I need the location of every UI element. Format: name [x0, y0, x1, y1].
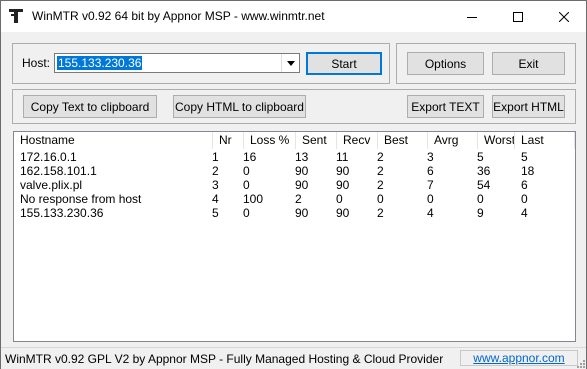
cell-loss: 100 — [243, 192, 264, 206]
cell-worst: 9 — [477, 206, 484, 220]
cell-loss: 0 — [243, 206, 250, 220]
column-header-hostname[interactable]: Hostname — [14, 132, 213, 149]
cell-avrg: 6 — [427, 164, 434, 178]
cell-worst: 5 — [477, 150, 484, 164]
cell-hostname: 155.133.230.36 — [20, 206, 104, 220]
cell-best: 0 — [377, 192, 384, 206]
results-list[interactable]: Hostname Nr Loss % Sent Recv Best Avrg W… — [13, 131, 576, 342]
table-row[interactable]: No response from host 4 100 2 0 0 0 0 0 — [14, 192, 575, 206]
cell-avrg: 3 — [427, 150, 434, 164]
title-bar[interactable]: WinMTR v0.92 64 bit by Appnor MSP - www.… — [1, 1, 586, 32]
options-label: Options — [424, 56, 467, 71]
appnor-link[interactable]: www.appnor.com — [460, 350, 578, 366]
cell-hostname: 162.158.101.1 — [20, 164, 97, 178]
host-input[interactable]: 155.133.230.36 — [57, 56, 143, 70]
minimize-icon — [467, 16, 477, 18]
chevron-down-icon — [286, 60, 295, 66]
exit-button[interactable]: Exit — [492, 52, 565, 75]
host-combobox[interactable]: 155.133.230.36 — [54, 53, 300, 73]
column-header-nr[interactable]: Nr — [213, 132, 244, 149]
resize-grip-icon[interactable] — [575, 358, 585, 368]
host-dropdown-button[interactable] — [281, 54, 299, 72]
app-icon — [9, 9, 23, 23]
cell-last: 5 — [521, 150, 528, 164]
host-label: Host: — [22, 56, 51, 70]
cell-last: 6 — [521, 178, 528, 192]
column-header-recv[interactable]: Recv — [337, 132, 378, 149]
column-header-loss[interactable]: Loss % — [244, 132, 296, 149]
cell-best: 2 — [377, 164, 384, 178]
cell-last: 4 — [521, 206, 528, 220]
table-row[interactable]: 155.133.230.36 5 0 90 90 2 4 9 4 — [14, 206, 575, 220]
cell-avrg: 4 — [427, 206, 434, 220]
cell-hostname: 172.16.0.1 — [20, 150, 77, 164]
copy-html-button[interactable]: Copy HTML to clipboard — [173, 95, 306, 118]
export-html-button[interactable]: Export HTML — [492, 95, 565, 118]
cell-last: 18 — [521, 164, 535, 178]
window-title: WinMTR v0.92 64 bit by Appnor MSP - www.… — [32, 9, 325, 23]
cell-worst: 54 — [477, 178, 491, 192]
column-header-last[interactable]: Last — [515, 132, 575, 149]
column-header-worst[interactable]: Worst — [478, 132, 515, 149]
column-header-best[interactable]: Best — [378, 132, 428, 149]
status-text: WinMTR v0.92 GPL V2 by Appnor MSP - Full… — [5, 352, 444, 366]
cell-hostname: No response from host — [20, 192, 142, 206]
close-button[interactable] — [541, 1, 587, 32]
exit-label: Exit — [518, 56, 539, 71]
cell-avrg: 7 — [427, 178, 434, 192]
status-bar: WinMTR v0.92 GPL V2 by Appnor MSP - Full… — [1, 347, 586, 369]
cell-loss: 0 — [243, 178, 250, 192]
cell-best: 2 — [377, 206, 384, 220]
cell-last: 0 — [521, 192, 528, 206]
cell-hostname: valve.plix.pl — [20, 178, 83, 192]
table-row[interactable]: valve.plix.pl 3 0 90 90 2 7 54 6 — [14, 178, 575, 192]
cell-best: 2 — [377, 178, 384, 192]
table-row[interactable]: 162.158.101.1 2 0 90 90 2 6 36 18 — [14, 164, 575, 178]
cell-worst: 0 — [477, 192, 484, 206]
column-header-avrg[interactable]: Avrg — [428, 132, 478, 149]
minimize-button[interactable] — [449, 1, 495, 32]
copy-text-button[interactable]: Copy Text to clipboard — [23, 95, 157, 118]
cell-avrg: 0 — [427, 192, 434, 206]
cell-loss: 16 — [243, 150, 257, 164]
start-button[interactable]: Start — [306, 52, 382, 75]
winmtr-window: WinMTR v0.92 64 bit by Appnor MSP - www.… — [0, 0, 587, 369]
maximize-icon — [513, 11, 523, 22]
maximize-button[interactable] — [495, 1, 541, 32]
options-button[interactable]: Options — [407, 52, 484, 75]
cell-loss: 0 — [243, 164, 250, 178]
cell-best: 2 — [377, 150, 384, 164]
close-icon — [559, 11, 569, 22]
column-header-sent[interactable]: Sent — [296, 132, 337, 149]
table-row[interactable]: 172.16.0.1 1 16 13 11 2 3 5 5 — [14, 150, 575, 164]
export-text-button[interactable]: Export TEXT — [407, 95, 484, 118]
cell-worst: 36 — [477, 164, 491, 178]
